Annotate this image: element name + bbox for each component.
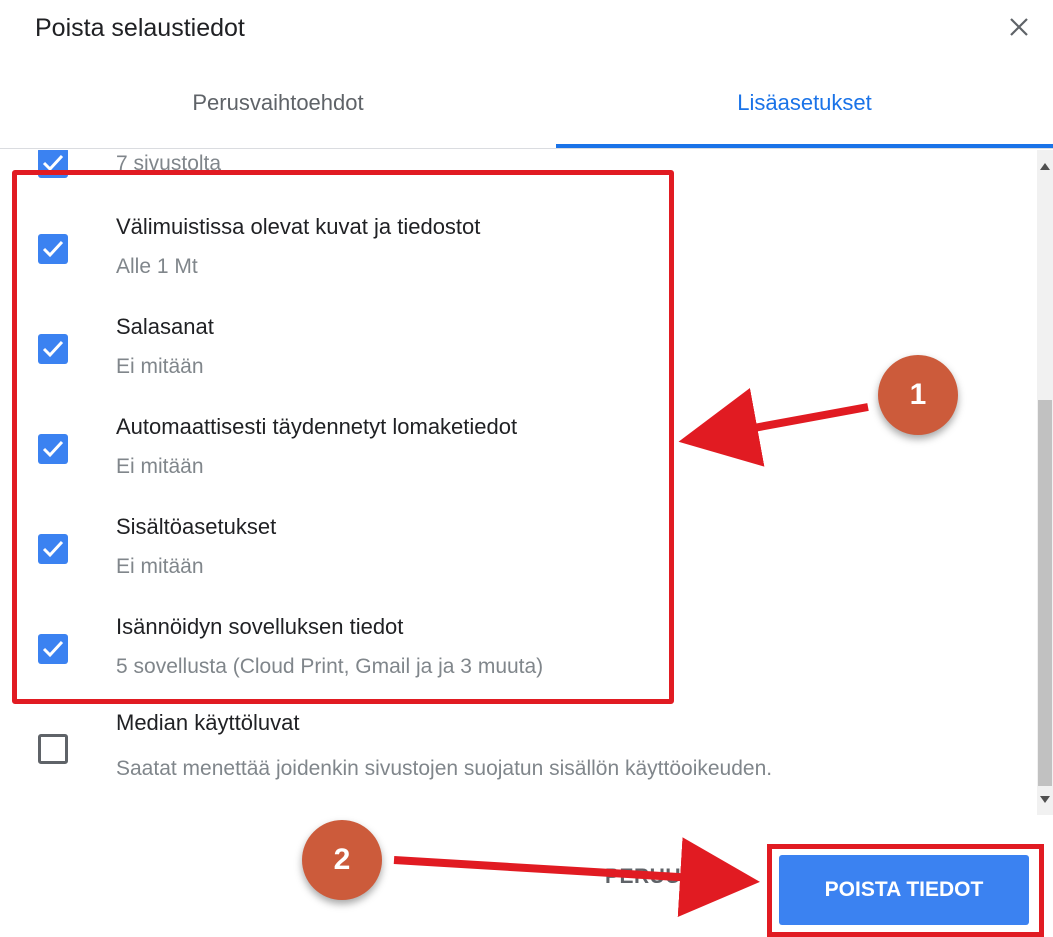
item-title: Sisältöasetukset [116,514,277,539]
scrollbar-thumb[interactable] [1038,400,1052,786]
item-title: Automaattisesti täydennetyt lomaketiedot [116,414,518,439]
dialog-title: Poista selaustiedot [35,14,245,42]
item-subtitle: 5 sovellusta (Cloud Print, Gmail ja ja 3… [116,655,544,678]
tab-lisaasetukset[interactable]: Lisäasetukset [556,90,1053,116]
checkmark-icon [42,640,64,658]
checkbox-checked[interactable] [38,434,68,464]
scroll-up-arrow-icon[interactable] [1040,163,1050,170]
checkmark-icon [42,440,64,458]
item-subtitle: Ei mitään [116,455,204,478]
clear-data-button[interactable]: POISTA TIEDOT [779,855,1029,925]
item-subtitle: Saatat menettää joidenkin sivustojen suo… [116,757,773,780]
annotation-marker-1: 1 [878,355,958,435]
checkbox-checked[interactable] [38,334,68,364]
checkmark-icon [42,240,64,258]
cancel-button[interactable]: PERUUTA [605,865,708,889]
item-title: Median käyttöluvat [116,710,300,735]
annotation-marker-2: 2 [302,820,382,900]
settings-list: 7 sivustolta Välimuistissa olevat kuvat … [0,150,1037,815]
tab-perusvaihtoehdot[interactable]: Perusvaihtoehdot [0,90,556,116]
item-title: Salasanat [116,314,214,339]
item-subtitle: Alle 1 Mt [116,255,198,278]
checkmark-icon [42,154,64,172]
tab-divider [0,148,1053,149]
checkbox-checked[interactable] [38,534,68,564]
close-icon[interactable] [1004,12,1034,42]
item-subtitle: Ei mitään [116,355,204,378]
checkbox-checked[interactable] [38,634,68,664]
checkbox-checked[interactable] [38,234,68,264]
scroll-down-arrow-icon[interactable] [1040,796,1050,803]
checkmark-icon [42,540,64,558]
item-title: Välimuistissa olevat kuvat ja tiedostot [116,214,481,239]
checkbox-checked[interactable] [38,150,68,178]
item-subtitle: 7 sivustolta [116,152,222,175]
checkbox-unchecked[interactable] [38,734,68,764]
item-title: Isännöidyn sovelluksen tiedot [116,614,404,639]
checkmark-icon [42,340,64,358]
item-subtitle: Ei mitään [116,555,204,578]
